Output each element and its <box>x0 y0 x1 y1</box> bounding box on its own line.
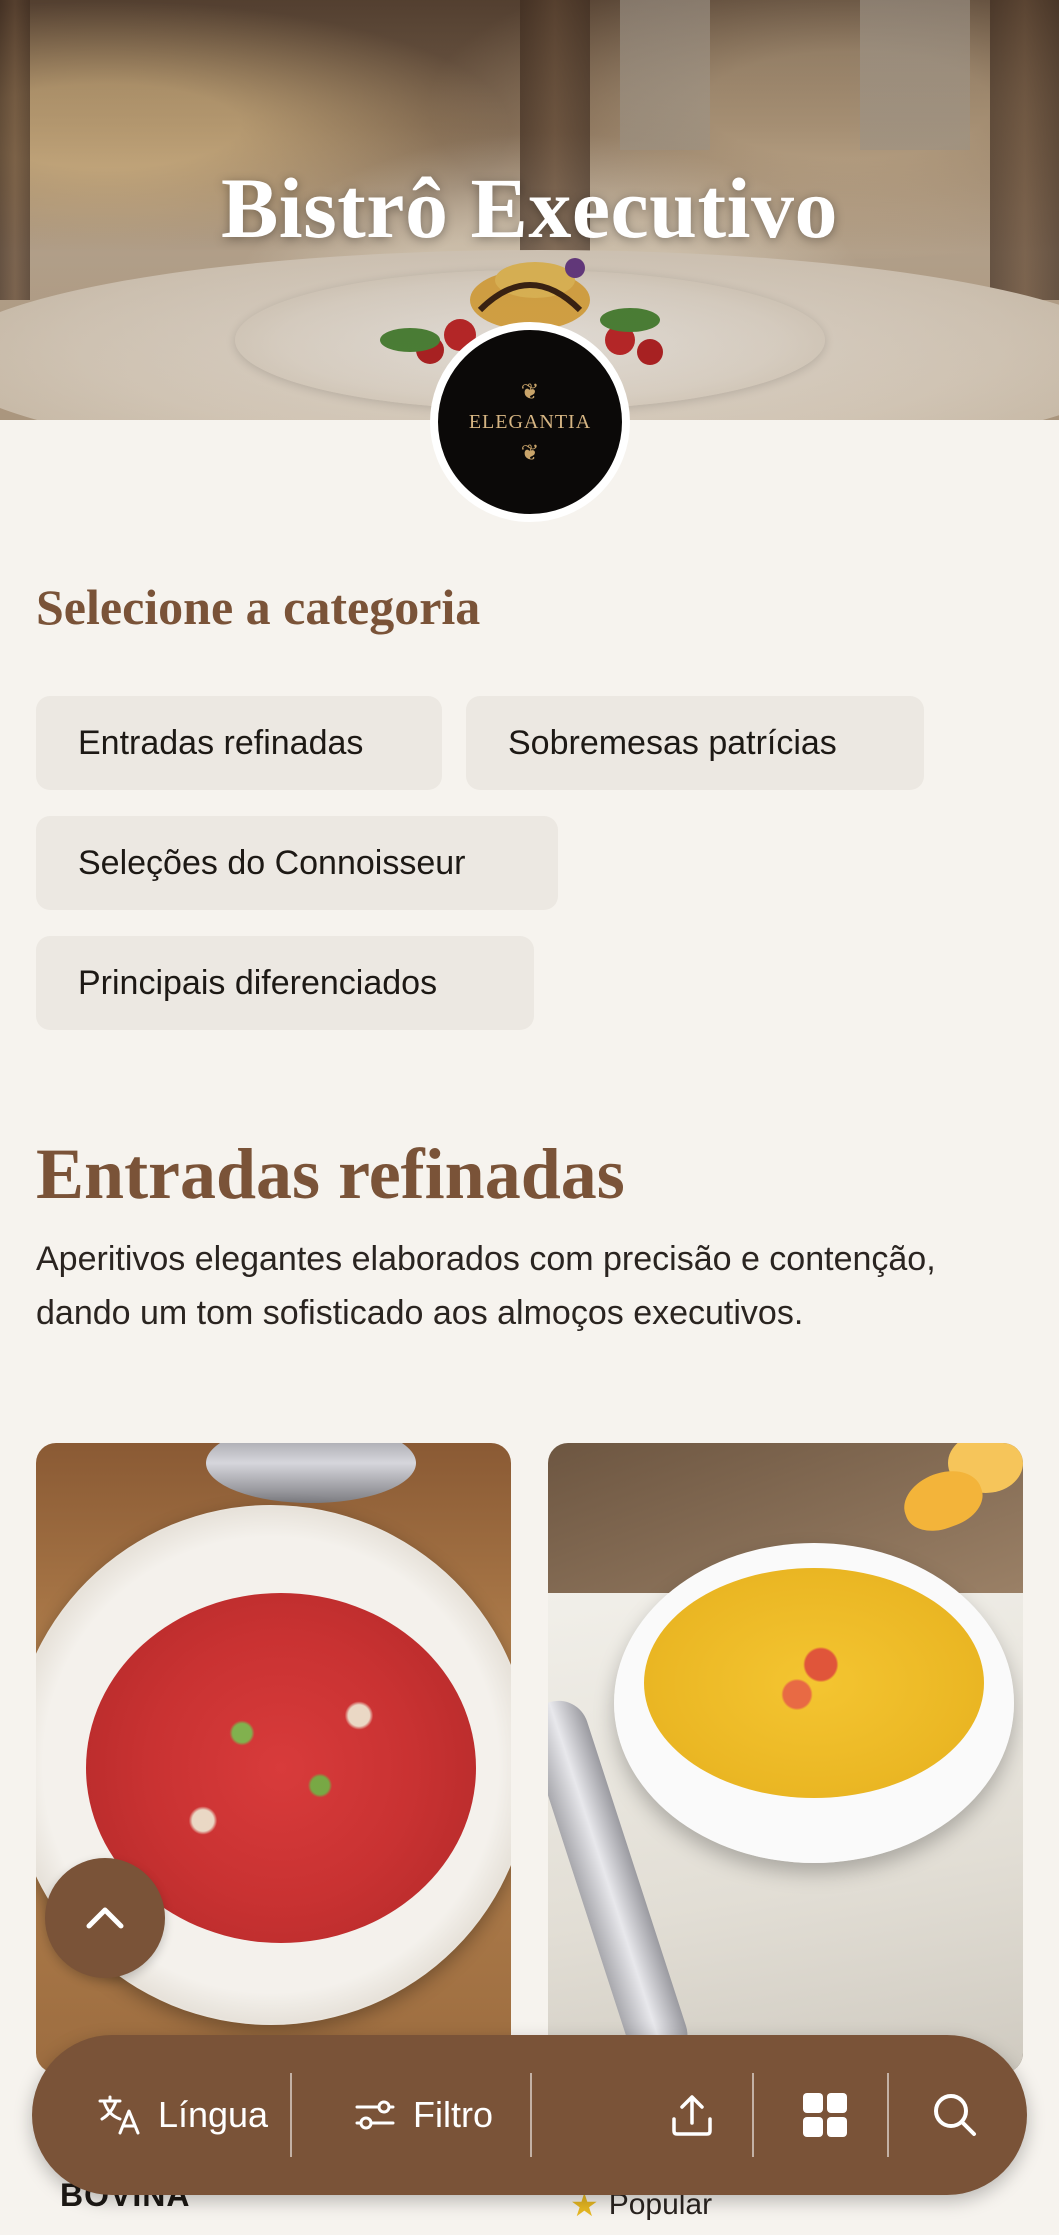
ornament-bottom-icon: ❦ <box>520 439 540 465</box>
grid-view-button[interactable] <box>762 2035 887 2195</box>
toolbar-divider <box>530 2073 532 2157</box>
chevron-up-icon <box>86 1907 124 1929</box>
glass-image <box>206 1443 416 1503</box>
restaurant-title: Bistrô Executivo <box>220 160 839 256</box>
toolbar-divider <box>290 2073 292 2157</box>
grid-icon <box>802 2093 847 2137</box>
share-button[interactable] <box>632 2035 752 2195</box>
filter-button[interactable]: Filtro <box>312 2035 532 2195</box>
language-button[interactable]: Língua <box>72 2035 292 2195</box>
category-section-description: Aperitivos elegantes elaborados com prec… <box>36 1240 936 1332</box>
language-label: Língua <box>157 2094 269 2135</box>
logo-brand-text: ELEGANTIA <box>468 410 592 433</box>
soup-image <box>644 1568 984 1798</box>
translate-icon <box>98 2095 140 2135</box>
toolbar-divider <box>752 2073 754 2157</box>
category-chip-entradas[interactable]: Entradas refinadas <box>36 696 442 790</box>
search-icon <box>933 2094 976 2136</box>
dish-card-2[interactable] <box>548 1443 1023 2073</box>
share-icon <box>672 2095 712 2136</box>
toolbar-divider <box>887 2073 889 2157</box>
category-section-title: Entradas refinadas <box>36 1134 625 1214</box>
dish-card-1[interactable] <box>36 1443 511 2073</box>
scroll-to-top-button[interactable] <box>45 1858 165 1978</box>
ornament-top-icon: ❦ <box>520 378 540 404</box>
search-button[interactable] <box>892 2035 1017 2195</box>
category-chip-selecoes[interactable]: Seleções do Connoisseur <box>36 816 558 910</box>
category-chip-sobremesas[interactable]: Sobremesas patrícias <box>466 696 924 790</box>
bottom-toolbar: Língua Filtro <box>32 2035 1027 2195</box>
restaurant-logo: ❦ ELEGANTIA ❦ <box>430 322 630 522</box>
category-select-heading: Selecione a categoria <box>36 579 481 635</box>
category-chip-principais[interactable]: Principais diferenciados <box>36 936 534 1030</box>
filter-label: Filtro <box>413 2094 493 2135</box>
filter-icon <box>355 2100 395 2130</box>
